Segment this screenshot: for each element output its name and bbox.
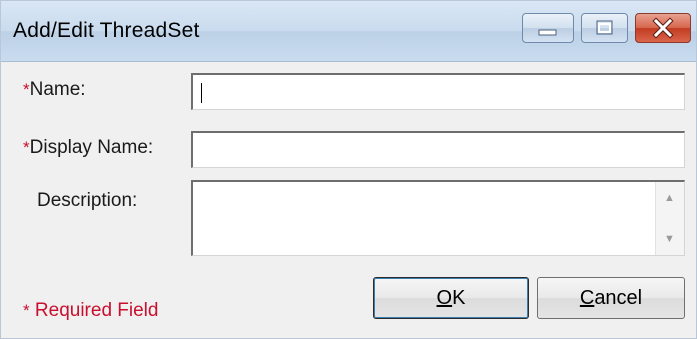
dialog-window: Add/Edit ThreadSet *Name: *Display Name:… [0, 0, 697, 339]
close-icon [652, 17, 674, 39]
maximize-icon [596, 20, 613, 35]
name-label: *Name: [23, 79, 86, 100]
window-title: Add/Edit ThreadSet [13, 19, 200, 42]
maximize-button[interactable] [581, 13, 628, 43]
scroll-down-icon[interactable]: ▼ [664, 233, 675, 245]
required-marker: * [23, 80, 30, 99]
required-marker: * [23, 138, 30, 157]
ok-button[interactable]: OK [373, 277, 529, 319]
cancel-button[interactable]: Cancel [537, 277, 685, 319]
display-name-label: *Display Name: [23, 137, 154, 158]
description-label: Description: [37, 190, 138, 211]
display-name-input[interactable] [191, 131, 685, 168]
description-textarea[interactable]: ▲ ▼ [191, 180, 685, 256]
minimize-button[interactable] [522, 13, 574, 43]
scroll-up-icon[interactable]: ▲ [664, 192, 675, 204]
dialog-body: *Name: *Display Name: Description: ▲ ▼ *… [1, 62, 696, 338]
name-input[interactable] [191, 73, 685, 110]
minimize-icon [538, 29, 557, 36]
title-bar[interactable]: Add/Edit ThreadSet [1, 1, 696, 62]
close-button[interactable] [635, 13, 691, 43]
required-field-note: * Required Field [23, 300, 159, 321]
description-scrollbar[interactable]: ▲ ▼ [655, 182, 684, 255]
text-caret [201, 83, 202, 103]
